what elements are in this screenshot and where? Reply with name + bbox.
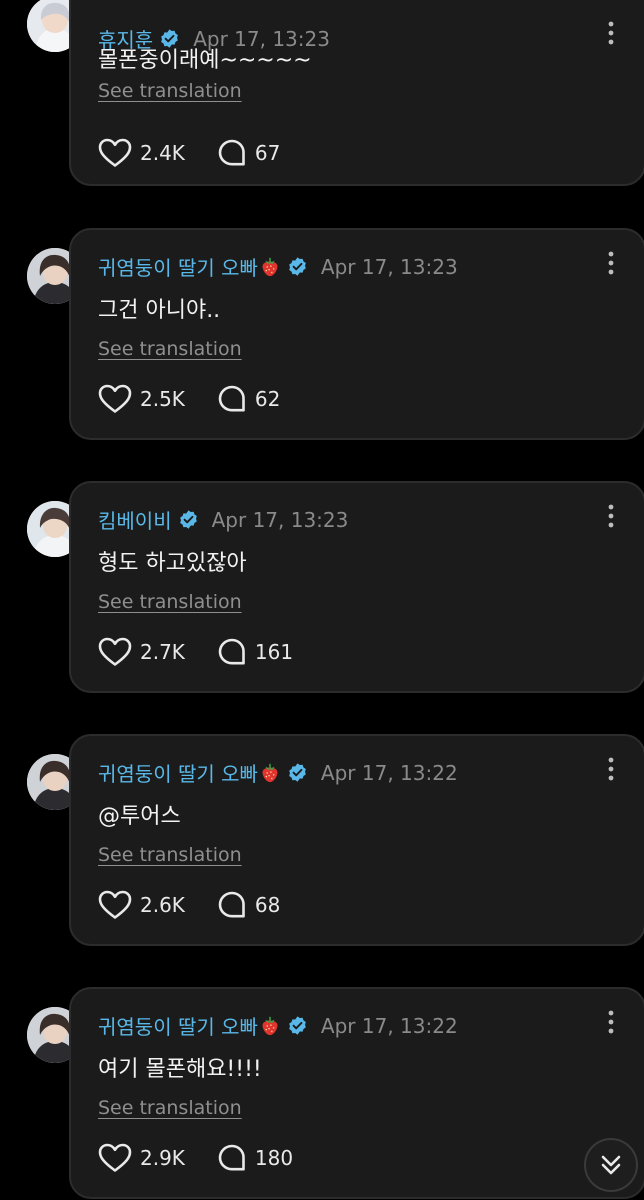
comment-button[interactable]: 62 xyxy=(217,384,280,414)
like-button[interactable]: 2.4K xyxy=(98,138,185,168)
post-actions: 2.7K 161 xyxy=(98,637,293,667)
verified-badge-icon xyxy=(289,763,306,782)
comment-count: 62 xyxy=(254,387,281,411)
like-count: 2.4K xyxy=(140,141,185,165)
double-chevron-down-icon xyxy=(601,1155,621,1175)
comment-button[interactable]: 161 xyxy=(217,637,293,667)
see-translation-link[interactable]: See translation xyxy=(98,591,242,613)
more-vertical-icon[interactable] xyxy=(606,756,616,782)
strawberry-icon xyxy=(262,763,278,782)
see-translation-link[interactable]: See translation xyxy=(98,338,242,360)
post-timestamp: Apr 17, 13:23 xyxy=(320,254,458,279)
speech-bubble-icon xyxy=(218,139,245,166)
strawberry-icon xyxy=(262,1016,278,1035)
like-count: 2.5K xyxy=(140,387,185,411)
comment-count: 68 xyxy=(254,893,281,917)
speech-bubble-icon xyxy=(218,638,245,665)
speech-bubble-icon xyxy=(218,385,245,412)
see-translation-link[interactable]: See translation xyxy=(98,1097,242,1119)
like-button[interactable]: 2.6K xyxy=(98,890,185,920)
speech-bubble-icon xyxy=(218,891,245,918)
comment-count: 67 xyxy=(254,141,281,165)
post-card[interactable]: 귀염둥이 딸기 오빠 Apr 17, 13:22 여기 몰폰해요!!!! See… xyxy=(69,987,644,1199)
more-vertical-icon[interactable] xyxy=(606,20,616,46)
more-vertical-icon[interactable] xyxy=(606,1009,616,1035)
like-button[interactable]: 2.5K xyxy=(98,384,185,414)
post-item: 킴베이비 Apr 17, 13:23 형도 하고있잖아 See translat… xyxy=(0,481,644,735)
post-timestamp: Apr 17, 13:22 xyxy=(320,760,458,785)
comment-button[interactable]: 67 xyxy=(217,138,280,168)
more-vertical-icon[interactable] xyxy=(606,250,616,276)
post-header: 귀염둥이 딸기 오빠 Apr 17, 13:23 xyxy=(98,252,458,281)
author-name[interactable]: 귀염둥이 딸기 오빠 xyxy=(98,1011,258,1040)
post-actions: 2.4K 67 xyxy=(98,138,280,168)
post-text: 몰폰중이래예~~~~~ xyxy=(98,48,312,73)
post-actions: 2.5K 62 xyxy=(98,384,280,414)
post-card[interactable]: 휴지훈 Apr 17, 13:23 몰폰중이래예~~~~~ See transl… xyxy=(69,0,644,186)
like-count: 2.9K xyxy=(140,1146,185,1170)
heart-icon xyxy=(98,138,132,167)
heart-icon xyxy=(98,384,132,413)
post-card[interactable]: 킴베이비 Apr 17, 13:23 형도 하고있잖아 See translat… xyxy=(69,481,644,693)
like-button[interactable]: 2.7K xyxy=(98,637,185,667)
post-header: 귀염둥이 딸기 오빠 Apr 17, 13:22 xyxy=(98,1011,458,1040)
post-card[interactable]: 귀염둥이 딸기 오빠 Apr 17, 13:22 @투어스 See transl… xyxy=(69,734,644,946)
post-card[interactable]: 귀염둥이 딸기 오빠 Apr 17, 13:23 그건 아니야.. See tr… xyxy=(69,228,644,440)
comment-count: 161 xyxy=(254,640,294,664)
like-count: 2.7K xyxy=(140,640,185,664)
post-header: 킴베이비 Apr 17, 13:23 xyxy=(98,505,348,534)
post-actions: 2.6K 68 xyxy=(98,890,280,920)
post-actions: 2.9K 180 xyxy=(98,1143,293,1173)
author-name[interactable]: 귀염둥이 딸기 오빠 xyxy=(98,252,258,281)
post-text: @투어스 xyxy=(98,804,181,829)
see-translation-link[interactable]: See translation xyxy=(98,844,242,866)
speech-bubble-icon xyxy=(218,1144,245,1171)
post-text: 여기 몰폰해요!!!! xyxy=(98,1057,262,1082)
strawberry-icon xyxy=(262,257,278,276)
heart-icon xyxy=(98,637,132,666)
scroll-to-bottom-button[interactable] xyxy=(584,1138,638,1192)
post-timestamp: Apr 17, 13:23 xyxy=(211,507,349,532)
like-count: 2.6K xyxy=(140,893,185,917)
author-name[interactable]: 킴베이비 xyxy=(98,505,172,534)
comment-feed: 휴지훈 Apr 17, 13:23 몰폰중이래예~~~~~ See transl… xyxy=(0,0,644,1200)
comment-button[interactable]: 68 xyxy=(217,890,280,920)
more-vertical-icon[interactable] xyxy=(606,503,616,529)
post-text: 그건 아니야.. xyxy=(98,298,221,323)
like-button[interactable]: 2.9K xyxy=(98,1143,185,1173)
post-header: 귀염둥이 딸기 오빠 Apr 17, 13:22 xyxy=(98,758,458,787)
post-item: 귀염둥이 딸기 오빠 Apr 17, 13:22 @투어스 See transl… xyxy=(0,734,644,988)
post-text: 형도 하고있잖아 xyxy=(98,551,247,576)
post-timestamp: Apr 17, 13:22 xyxy=(320,1013,458,1038)
post-item: 휴지훈 Apr 17, 13:23 몰폰중이래예~~~~~ See transl… xyxy=(0,0,644,198)
heart-icon xyxy=(98,890,132,919)
comment-button[interactable]: 180 xyxy=(217,1143,293,1173)
post-item: 귀염둥이 딸기 오빠 Apr 17, 13:23 그건 아니야.. See tr… xyxy=(0,228,644,482)
verified-badge-icon xyxy=(179,510,197,529)
heart-icon xyxy=(98,1143,132,1172)
post-item: 귀염둥이 딸기 오빠 Apr 17, 13:22 여기 몰폰해요!!!! See… xyxy=(0,987,644,1200)
author-name[interactable]: 귀염둥이 딸기 오빠 xyxy=(98,758,258,787)
comment-count: 180 xyxy=(254,1146,294,1170)
verified-badge-icon xyxy=(289,257,306,276)
see-translation-link[interactable]: See translation xyxy=(98,80,242,102)
verified-badge-icon xyxy=(289,1016,306,1035)
